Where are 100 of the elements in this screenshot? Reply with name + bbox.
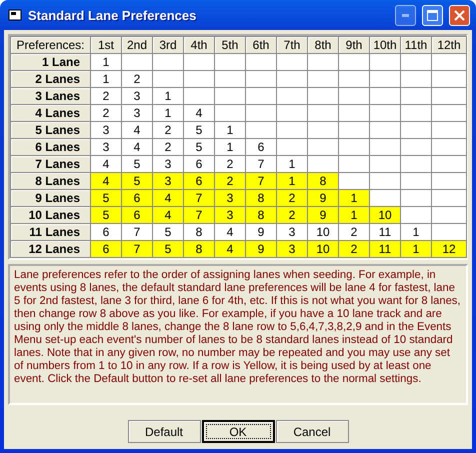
grid-cell[interactable] [401,173,432,190]
grid-cell[interactable]: 7 [184,207,215,224]
grid-cell[interactable]: 8 [308,173,339,190]
dialog-button[interactable]: Cancel [276,420,348,443]
grid-cell[interactable]: 3 [277,224,308,241]
grid-cell[interactable]: 1 [91,54,122,71]
grid-cell[interactable] [370,54,401,71]
grid-cell[interactable] [432,156,467,173]
grid-cell[interactable] [246,54,277,71]
grid-cell[interactable]: 3 [122,88,153,105]
grid-cell[interactable] [122,54,153,71]
grid-cell[interactable] [339,71,370,88]
grid-cell[interactable] [277,88,308,105]
grid-cell[interactable]: 4 [91,156,122,173]
grid-cell[interactable]: 9 [246,241,277,258]
grid-cell[interactable] [432,139,467,156]
dialog-button[interactable]: Default [128,420,200,443]
grid-cell[interactable]: 9 [246,224,277,241]
grid-cell[interactable]: 1 [401,241,432,258]
grid-cell[interactable] [401,156,432,173]
grid-cell[interactable] [370,71,401,88]
grid-cell[interactable]: 2 [215,173,246,190]
grid-cell[interactable]: 8 [246,190,277,207]
grid-cell[interactable]: 2 [339,241,370,258]
grid-cell[interactable] [432,224,467,241]
grid-cell[interactable] [308,54,339,71]
grid-cell[interactable] [308,139,339,156]
grid-cell[interactable]: 1 [153,88,184,105]
grid-cell[interactable]: 3 [153,156,184,173]
dialog-button[interactable]: OK [202,420,274,443]
grid-cell[interactable] [339,173,370,190]
grid-cell[interactable]: 12 [432,241,467,258]
maximize-button[interactable] [422,4,443,26]
grid-cell[interactable] [432,105,467,122]
grid-cell[interactable]: 10 [308,241,339,258]
grid-cell[interactable] [401,71,432,88]
grid-cell[interactable] [432,122,467,139]
grid-cell[interactable] [339,88,370,105]
grid-cell[interactable]: 3 [122,105,153,122]
grid-cell[interactable] [339,54,370,71]
grid-cell[interactable]: 2 [215,156,246,173]
grid-cell[interactable]: 6 [184,156,215,173]
grid-cell[interactable]: 5 [184,122,215,139]
grid-cell[interactable] [370,139,401,156]
grid-cell[interactable] [401,54,432,71]
minimize-button[interactable] [395,4,416,26]
grid-cell[interactable] [432,190,467,207]
grid-cell[interactable]: 4 [153,207,184,224]
grid-cell[interactable]: 5 [91,190,122,207]
grid-cell[interactable] [277,105,308,122]
grid-cell[interactable] [308,88,339,105]
grid-cell[interactable] [339,122,370,139]
grid-cell[interactable]: 3 [215,207,246,224]
grid-cell[interactable] [184,88,215,105]
grid-cell[interactable] [246,88,277,105]
grid-cell[interactable]: 10 [370,207,401,224]
grid-cell[interactable]: 3 [277,241,308,258]
grid-cell[interactable]: 8 [184,241,215,258]
grid-cell[interactable] [184,54,215,71]
grid-cell[interactable]: 7 [122,224,153,241]
grid-cell[interactable]: 5 [91,207,122,224]
grid-cell[interactable]: 5 [122,156,153,173]
grid-cell[interactable] [215,88,246,105]
grid-cell[interactable]: 4 [184,105,215,122]
grid-cell[interactable]: 4 [122,139,153,156]
grid-cell[interactable]: 2 [277,190,308,207]
grid-cell[interactable]: 4 [153,190,184,207]
grid-cell[interactable] [370,156,401,173]
grid-cell[interactable] [432,71,467,88]
grid-cell[interactable] [370,173,401,190]
grid-cell[interactable]: 2 [339,224,370,241]
grid-cell[interactable] [277,71,308,88]
grid-cell[interactable]: 3 [153,173,184,190]
grid-cell[interactable] [308,122,339,139]
grid-cell[interactable]: 5 [153,224,184,241]
grid-cell[interactable]: 1 [215,139,246,156]
grid-cell[interactable]: 6 [246,139,277,156]
grid-cell[interactable]: 7 [122,241,153,258]
grid-cell[interactable] [246,122,277,139]
grid-cell[interactable]: 3 [91,139,122,156]
grid-cell[interactable] [308,105,339,122]
grid-cell[interactable] [401,122,432,139]
grid-cell[interactable] [215,54,246,71]
grid-cell[interactable] [215,71,246,88]
grid-cell[interactable] [277,139,308,156]
grid-cell[interactable] [370,190,401,207]
grid-cell[interactable]: 1 [153,105,184,122]
grid-cell[interactable] [277,54,308,71]
grid-cell[interactable] [153,54,184,71]
grid-cell[interactable]: 4 [91,173,122,190]
grid-cell[interactable]: 6 [184,173,215,190]
grid-cell[interactable] [184,71,215,88]
grid-cell[interactable]: 4 [215,224,246,241]
grid-cell[interactable] [432,173,467,190]
grid-cell[interactable]: 5 [153,241,184,258]
grid-cell[interactable] [432,54,467,71]
grid-cell[interactable]: 8 [184,224,215,241]
grid-cell[interactable] [153,71,184,88]
grid-cell[interactable]: 1 [91,71,122,88]
grid-cell[interactable] [339,156,370,173]
